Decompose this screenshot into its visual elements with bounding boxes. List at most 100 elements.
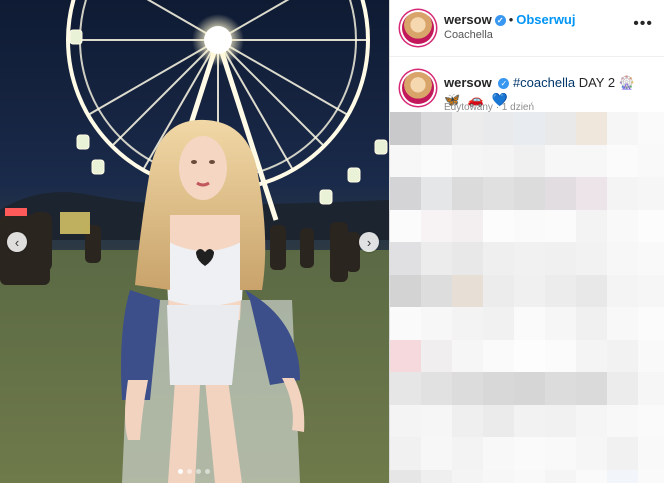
blur-tile <box>421 469 452 483</box>
blur-tile <box>483 372 514 405</box>
blur-tile <box>514 177 545 210</box>
blur-tile <box>483 242 514 275</box>
hashtag-link[interactable]: #coachella <box>513 75 575 90</box>
blur-tile <box>576 404 607 437</box>
blur-tile <box>421 404 452 437</box>
blur-tile <box>607 437 638 470</box>
blur-tile <box>514 242 545 275</box>
sequin-bottoms <box>167 305 240 385</box>
post-photo[interactable]: ‹ › <box>0 0 389 483</box>
blur-tile <box>483 274 514 307</box>
blur-tile <box>638 339 664 372</box>
face <box>179 136 227 200</box>
blur-tile <box>638 274 664 307</box>
blur-tile <box>576 274 607 307</box>
blur-tile <box>638 404 664 437</box>
blur-tile <box>514 274 545 307</box>
blur-tile <box>545 242 576 275</box>
blur-tile <box>576 372 607 405</box>
booth-sign <box>5 208 27 216</box>
blur-tile <box>452 339 483 372</box>
blur-tile <box>452 144 483 177</box>
blur-tile <box>514 437 545 470</box>
blur-tile <box>545 274 576 307</box>
location-link[interactable]: Coachella <box>444 29 493 41</box>
blur-tile <box>390 112 421 145</box>
carousel-dot <box>196 469 201 474</box>
blur-tile <box>607 177 638 210</box>
blur-tile <box>452 404 483 437</box>
blur-tile <box>514 469 545 483</box>
blur-tile <box>545 404 576 437</box>
blur-tile <box>452 209 483 242</box>
blur-tile <box>452 242 483 275</box>
carousel-next-button[interactable]: › <box>359 232 379 252</box>
separator: • <box>508 12 514 27</box>
blur-tile <box>607 209 638 242</box>
more-options-icon[interactable]: ••• <box>633 15 653 33</box>
blur-tile <box>545 372 576 405</box>
blur-tile <box>545 177 576 210</box>
blur-tile <box>421 437 452 470</box>
blur-tile <box>514 372 545 405</box>
blur-tile <box>514 112 545 145</box>
blur-tile <box>452 469 483 483</box>
blur-tile <box>576 144 607 177</box>
caption-username[interactable]: wersow <box>444 75 492 90</box>
blur-tile <box>390 144 421 177</box>
blur-tile <box>390 274 421 307</box>
carousel-prev-button[interactable]: ‹ <box>7 232 27 252</box>
blur-tile <box>483 339 514 372</box>
blur-tile <box>514 339 545 372</box>
blur-tile <box>483 112 514 145</box>
blur-tile <box>638 209 664 242</box>
blur-tile <box>421 177 452 210</box>
wheel-hub-center <box>204 26 232 54</box>
blur-tile <box>545 307 576 340</box>
blur-tile <box>607 469 638 483</box>
blur-tile <box>483 404 514 437</box>
blur-tile <box>576 177 607 210</box>
header-username[interactable]: wersow <box>444 12 492 27</box>
chevron-left-icon: ‹ <box>14 234 20 250</box>
verified-icon: ✓ <box>494 15 506 27</box>
blur-tile <box>390 469 421 483</box>
blur-tile <box>638 242 664 275</box>
blur-tile <box>390 339 421 372</box>
blur-tile <box>390 242 421 275</box>
blur-tile <box>452 112 483 145</box>
verified-icon: ✓ <box>498 78 510 90</box>
caption-avatar[interactable] <box>402 72 434 104</box>
photo-illustration <box>0 0 389 483</box>
blur-tile <box>638 469 664 483</box>
blur-tile <box>576 307 607 340</box>
blur-tile <box>607 242 638 275</box>
blur-tile <box>421 112 452 145</box>
blur-tile <box>638 177 664 210</box>
blur-tile <box>421 372 452 405</box>
blur-tile <box>483 177 514 210</box>
booth <box>60 212 90 234</box>
blur-tile <box>421 209 452 242</box>
follow-button[interactable]: Obserwuj <box>516 12 575 27</box>
caption-text: DAY 2 <box>575 75 619 90</box>
blur-tile <box>576 339 607 372</box>
blur-tile <box>545 339 576 372</box>
blur-tile <box>390 209 421 242</box>
blur-tile <box>607 339 638 372</box>
blur-tile <box>421 339 452 372</box>
blur-tile <box>483 144 514 177</box>
blur-tile <box>638 372 664 405</box>
blur-tile <box>576 112 607 145</box>
blur-tile <box>390 177 421 210</box>
post-sidebar: wersow ✓ • Obserwuj Coachella ••• wersow ✓ … <box>389 0 664 483</box>
blur-tile <box>514 307 545 340</box>
blur-tile <box>514 209 545 242</box>
blur-tile <box>545 144 576 177</box>
carousel-indicator <box>178 469 210 474</box>
blur-tile <box>452 274 483 307</box>
avatar[interactable] <box>402 12 434 44</box>
blur-tile <box>390 372 421 405</box>
blur-tile <box>638 112 664 145</box>
blur-tile <box>483 307 514 340</box>
